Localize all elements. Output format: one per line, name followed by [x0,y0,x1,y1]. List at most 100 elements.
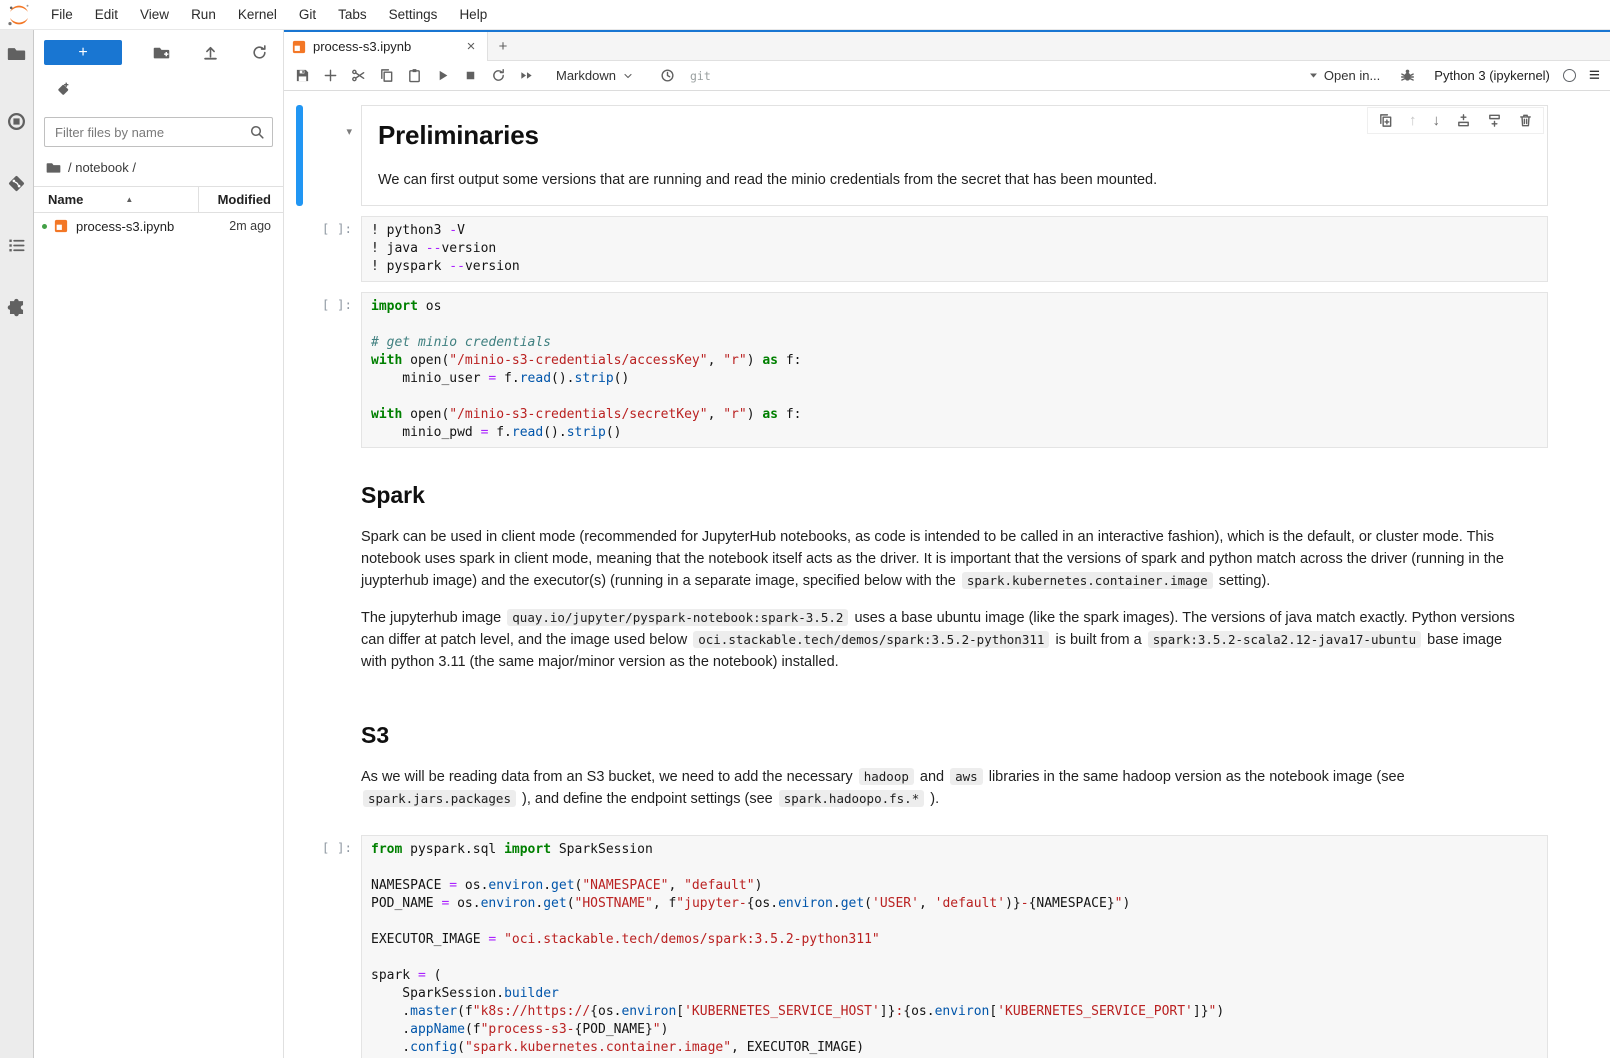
running-sessions-tab[interactable] [0,106,34,136]
move-cell-up-button[interactable]: ↑ [1409,112,1417,129]
cell-prompt: ▾ [309,105,361,206]
markdown-cell-s3[interactable]: S3 As we will be reading data from an S3… [296,698,1610,825]
markdown-cell-spark[interactable]: Spark Spark can be used in client mode (… [296,458,1610,688]
code-line: NAMESPACE = os.environ.get("NAMESPACE", … [371,877,1538,895]
menu-edit[interactable]: Edit [84,0,129,30]
menu-tabs[interactable]: Tabs [327,0,378,30]
restart-run-all-button[interactable] [512,62,540,90]
cell-collapser[interactable] [296,292,303,448]
cell-collapser[interactable] [296,698,303,825]
markdown-paragraph: The jupyterhub image quay.io/jupyter/pys… [361,607,1521,673]
table-of-contents-tab[interactable] [0,230,34,260]
insert-cell-above-button[interactable] [1456,113,1471,128]
insert-above-icon [1456,113,1471,128]
inline-code: spark:3.5.2-scala2.12-java17-ubuntu [1148,631,1421,648]
code-line: .appName(f"process-s3-{POD_NAME}") [371,1021,1538,1039]
menu-git[interactable]: Git [288,0,327,30]
cell-type-dropdown[interactable]: Markdown [556,68,634,83]
git-clone-icon [54,81,71,98]
markdown-h2: S3 [361,722,1548,749]
stop-icon [463,68,478,83]
paste-icon [407,68,422,83]
inline-code: spark.hadoopo.fs.* [779,790,924,807]
tab-process-s3[interactable]: process-s3.ipynb × [284,32,488,61]
notebook-scroll-area[interactable]: ↑ ↓ ▾ [284,91,1610,1058]
chevron-down-icon [622,70,634,82]
git-status-label: git [690,69,711,83]
column-modified[interactable]: Modified [199,192,283,207]
tab-bar: process-s3.ipynb × + [284,32,1610,61]
code-cell-versions[interactable]: [ ]: ! python3 -V! java --version! pyspa… [296,216,1610,282]
main-area: + / not [0,30,1610,1058]
insert-cell-below-button[interactable] [1487,113,1502,128]
save-button[interactable] [288,62,316,90]
cell-collapser[interactable] [296,458,303,688]
paste-cell-button[interactable] [400,62,428,90]
restart-kernel-button[interactable] [484,62,512,90]
menu-help[interactable]: Help [448,0,498,30]
file-browser-tab[interactable] [0,38,34,68]
move-cell-down-button[interactable]: ↓ [1433,112,1441,129]
code-line: from pyspark.sql import SparkSession [371,841,1538,859]
new-launcher-button[interactable]: + [44,40,122,65]
debugger-button[interactable] [1393,62,1421,90]
file-modified: 2m ago [203,219,283,233]
activity-sidebar [0,30,34,1058]
home-folder-icon [46,160,61,175]
heading-collapse-icon[interactable]: ▾ [346,126,352,138]
code-line [371,859,1538,877]
cell-prompt: [ ]: [309,835,361,1058]
list-icon [7,236,26,255]
code-editor[interactable]: ! python3 -V! java --version! pyspark --… [361,216,1548,282]
toolbar-overflow-menu[interactable]: ≡ [1589,66,1600,85]
new-folder-icon [153,44,170,61]
column-name[interactable]: Name ▲ [34,187,199,212]
git-tab[interactable] [0,168,34,198]
upload-button[interactable] [200,43,220,63]
code-editor[interactable]: from pyspark.sql import SparkSession NAM… [361,835,1548,1058]
menu-view[interactable]: View [129,0,180,30]
filter-files-input[interactable] [44,117,273,147]
interrupt-kernel-button[interactable] [456,62,484,90]
duplicate-cell-button[interactable] [1378,113,1393,128]
refresh-files-button[interactable] [249,43,269,63]
cell-collapser[interactable] [296,835,303,1058]
new-tab-button[interactable]: + [488,32,518,60]
tab-title: process-s3.ipynb [313,39,411,54]
insert-cell-button[interactable] [316,62,344,90]
cell-toolbar: ↑ ↓ [1367,107,1544,134]
cell-collapser[interactable] [296,216,303,282]
cut-cell-button[interactable] [344,62,372,90]
menu-settings[interactable]: Settings [378,0,449,30]
inline-code: oci.stackable.tech/demos/spark:3.5.2-pyt… [693,631,1049,648]
git-clone-button[interactable] [34,65,283,103]
breadcrumb[interactable]: / notebook / [34,147,283,186]
cell-collapser[interactable] [296,105,303,206]
puzzle-icon [7,298,26,317]
code-cell-spark-session[interactable]: [ ]: from pyspark.sql import SparkSessio… [296,835,1610,1058]
close-tab-icon[interactable]: × [463,38,479,55]
kernel-status-icon[interactable] [1563,69,1576,82]
menu-file[interactable]: File [40,0,84,30]
breadcrumb-path: / notebook / [68,160,136,175]
open-in-dropdown[interactable]: Open in... [1308,68,1380,83]
clock-icon [660,68,675,83]
extension-manager-tab[interactable] [0,292,34,322]
code-editor[interactable]: import os # get minio credentialswith op… [361,292,1548,448]
kernel-name-button[interactable]: Python 3 (ipykernel) [1434,68,1550,83]
code-line: EXECUTOR_IMAGE = "oci.stackable.tech/dem… [371,931,1538,949]
code-line: ! java --version [371,240,1538,258]
code-cell-minio-credentials[interactable]: [ ]: import os # get minio credentialswi… [296,292,1610,448]
code-line: # get minio credentials [371,334,1538,352]
menu-kernel[interactable]: Kernel [227,0,288,30]
delete-cell-button[interactable] [1518,113,1533,128]
bug-icon [1400,68,1415,83]
new-folder-button[interactable] [151,43,171,63]
copy-cell-button[interactable] [372,62,400,90]
file-row[interactable]: process-s3.ipynb 2m ago [34,213,283,239]
menu-run[interactable]: Run [180,0,227,30]
run-cell-button[interactable] [428,62,456,90]
code-line: ! pyspark --version [371,258,1538,276]
execution-time-button[interactable] [654,62,682,90]
cell-prompt: [ ]: [309,292,361,448]
